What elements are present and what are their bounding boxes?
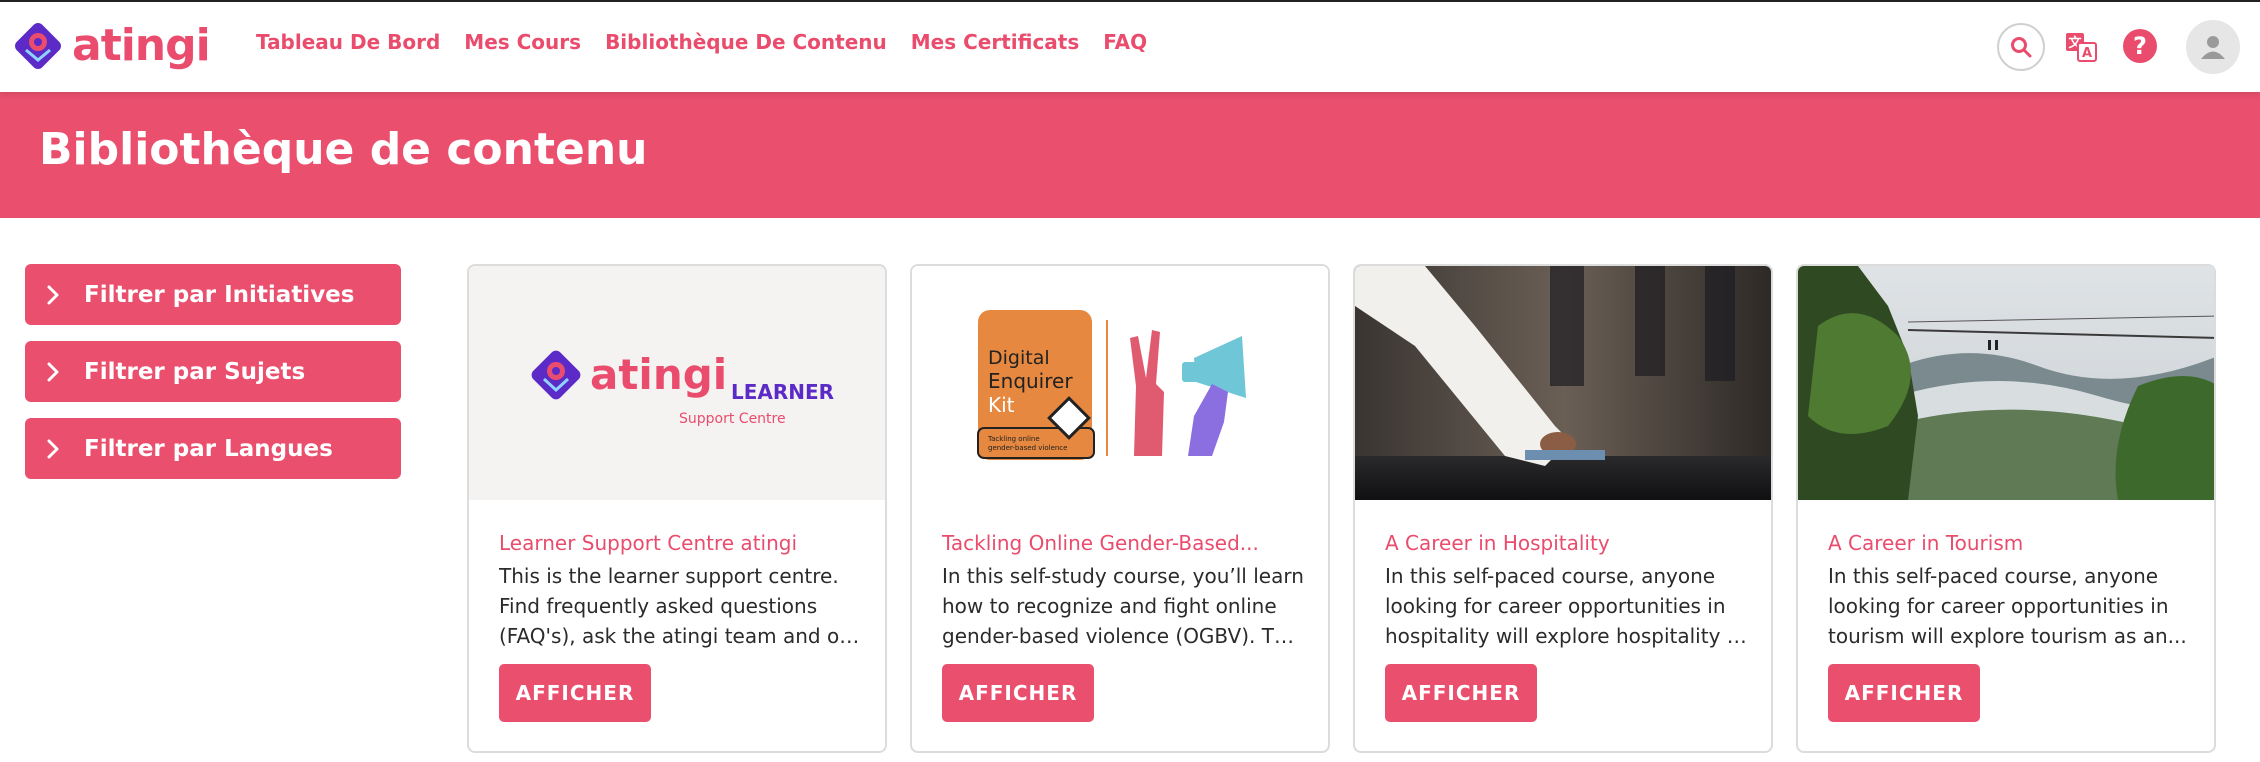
course-description: In this self-paced course, anyone lookin… bbox=[1828, 561, 2190, 651]
atingi-logo[interactable]: atingi bbox=[12, 20, 211, 72]
view-course-button[interactable]: AFFICHER bbox=[942, 664, 1094, 722]
svg-text:A: A bbox=[2082, 46, 2092, 61]
main-nav: Tableau De Bord Mes Cours Bibliothèque D… bbox=[256, 30, 1147, 54]
svg-text:gender-based violence: gender-based violence bbox=[988, 444, 1067, 452]
user-avatar-icon bbox=[2201, 36, 2225, 59]
help-icon: ? bbox=[2123, 29, 2157, 63]
course-description: In this self-study course, you’ll learn … bbox=[942, 561, 1304, 651]
description-line: In this self-study course, you’ll learn bbox=[942, 564, 1304, 588]
atingi-logo-icon bbox=[15, 23, 61, 69]
translate-icon: 文 A bbox=[2066, 33, 2097, 62]
page-title: Bibliothèque de contenu bbox=[39, 124, 648, 175]
page-banner: Bibliothèque de contenu bbox=[0, 92, 2260, 218]
nav-faq[interactable]: FAQ bbox=[1103, 30, 1147, 54]
search-icon bbox=[2011, 37, 2032, 58]
svg-text:Kit: Kit bbox=[988, 393, 1015, 417]
course-card[interactable]: atingi LEARNER Support Centre Learner Su… bbox=[467, 264, 887, 753]
digital-enquirer-kit-image: Digital Enquirer Kit Tackling online gen… bbox=[977, 310, 1246, 460]
logo-text: atingi bbox=[72, 20, 211, 71]
svg-text:Digital: Digital bbox=[988, 347, 1050, 369]
course-title[interactable]: A Career in Hospitality bbox=[1385, 531, 1745, 555]
chevron-right-icon bbox=[47, 285, 59, 304]
description-line: looking for career opportunities in bbox=[1828, 594, 2169, 618]
description-line: This is the learner support centre. bbox=[499, 564, 839, 588]
filter-label: Filtrer par Langues bbox=[84, 435, 333, 462]
nav-my-certificates[interactable]: Mes Certificats bbox=[911, 30, 1080, 54]
filter-subjects-button[interactable]: Filtrer par Sujets bbox=[25, 341, 401, 402]
description-line: how to recognize and fight online bbox=[942, 594, 1277, 618]
chevron-right-icon bbox=[47, 362, 59, 381]
course-title[interactable]: Tackling Online Gender-Based... bbox=[942, 531, 1302, 555]
course-thumbnail: Digital Enquirer Kit Tackling online gen… bbox=[912, 266, 1328, 500]
top-navigation-bar: atingi Tableau De Bord Mes Cours Bibliot… bbox=[0, 0, 2260, 92]
tourism-photo bbox=[1798, 266, 2214, 500]
svg-text:Enquirer: Enquirer bbox=[988, 369, 1073, 393]
view-course-button[interactable]: AFFICHER bbox=[499, 664, 651, 722]
description-line: (FAQ's), ask the atingi team and oth... bbox=[499, 624, 861, 648]
course-card[interactable]: A Career in Tourism In this self-paced c… bbox=[1796, 264, 2216, 753]
search-button[interactable] bbox=[1997, 23, 2045, 71]
course-title[interactable]: Learner Support Centre atingi bbox=[499, 531, 859, 555]
nav-my-courses[interactable]: Mes Cours bbox=[464, 30, 581, 54]
svg-text:?: ? bbox=[2133, 32, 2147, 60]
nav-dashboard[interactable]: Tableau De Bord bbox=[256, 30, 440, 54]
description-line: In this self-paced course, anyone bbox=[1385, 564, 1716, 588]
view-course-button[interactable]: AFFICHER bbox=[1385, 664, 1537, 722]
course-card[interactable]: A Career in Hospitality In this self-pac… bbox=[1353, 264, 1773, 753]
learner-support-logo: atingi LEARNER Support Centre bbox=[531, 350, 834, 427]
filter-label: Filtrer par Sujets bbox=[84, 358, 306, 385]
course-card[interactable]: Digital Enquirer Kit Tackling online gen… bbox=[910, 264, 1330, 753]
view-course-button[interactable]: AFFICHER bbox=[1828, 664, 1980, 722]
course-title[interactable]: A Career in Tourism bbox=[1828, 531, 2188, 555]
description-line: gender-based violence (OGBV). Thi... bbox=[942, 624, 1304, 648]
description-line: tourism will explore tourism as an... bbox=[1828, 624, 2187, 648]
description-line: Find frequently asked questions bbox=[499, 594, 818, 618]
course-description: In this self-paced course, anyone lookin… bbox=[1385, 561, 1747, 651]
svg-text:LEARNER: LEARNER bbox=[731, 380, 834, 404]
language-button[interactable]: 文 A bbox=[2063, 29, 2099, 65]
nav-content-library[interactable]: Bibliothèque De Contenu bbox=[605, 30, 887, 54]
svg-text:atingi: atingi bbox=[590, 350, 727, 399]
filter-initiatives-button[interactable]: Filtrer par Initiatives bbox=[25, 264, 401, 325]
course-thumbnail bbox=[1355, 266, 1771, 500]
svg-text:Tackling online: Tackling online bbox=[987, 435, 1040, 443]
svg-text:Support Centre: Support Centre bbox=[679, 411, 786, 427]
hospitality-photo bbox=[1355, 266, 1771, 500]
course-thumbnail bbox=[1798, 266, 2214, 500]
course-thumbnail: atingi LEARNER Support Centre bbox=[469, 266, 885, 500]
description-line: In this self-paced course, anyone bbox=[1828, 564, 2159, 588]
course-description: This is the learner support centre. Find… bbox=[499, 561, 861, 651]
description-line: looking for career opportunities in bbox=[1385, 594, 1726, 618]
help-button[interactable]: ? bbox=[2120, 26, 2160, 66]
filter-label: Filtrer par Initiatives bbox=[84, 281, 355, 308]
filter-languages-button[interactable]: Filtrer par Langues bbox=[25, 418, 401, 479]
user-avatar-button[interactable] bbox=[2186, 20, 2240, 74]
chevron-right-icon bbox=[47, 439, 59, 458]
description-line: hospitality will explore hospitality a..… bbox=[1385, 624, 1747, 648]
